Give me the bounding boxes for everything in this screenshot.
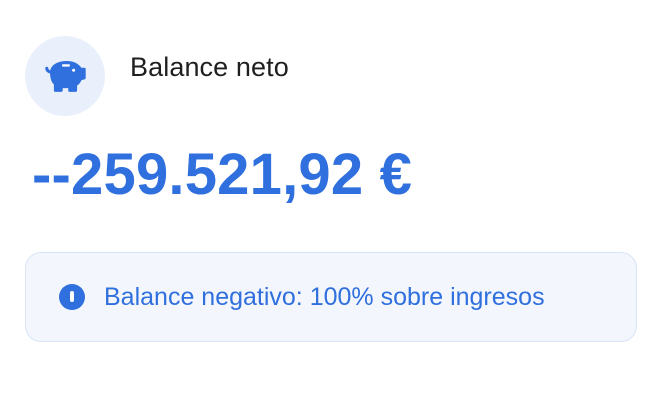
negative-balance-alert: Balance negativo: 100% sobre ingresos [25, 252, 637, 342]
exclamation-circle-icon [59, 284, 85, 310]
alert-message: Balance negativo: 100% sobre ingresos [104, 282, 545, 311]
piggy-bank-icon-badge [25, 36, 105, 116]
net-balance-amount: --259.521,92 € [32, 142, 413, 207]
card-title: Balance neto [130, 52, 289, 82]
piggy-bank-icon [45, 61, 86, 92]
net-balance-card: Balance neto --259.521,92 € Balance nega… [0, 0, 668, 406]
